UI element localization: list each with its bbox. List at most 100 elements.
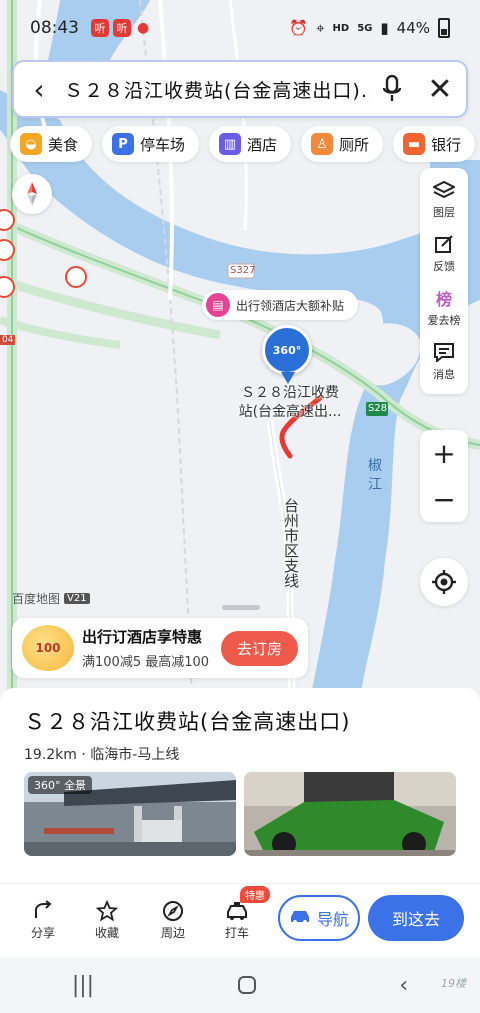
chip-food[interactable]: ◒ 美食 xyxy=(10,126,93,162)
compass-icon xyxy=(27,182,37,206)
layers-button[interactable]: 图层 xyxy=(433,176,455,230)
hotel-promo-card[interactable]: 100 出行订酒店享特惠 满100减5 最高减100 去订房 xyxy=(12,618,308,678)
chip-toilet[interactable]: ♙ 厕所 xyxy=(301,126,384,162)
feedback-icon xyxy=(434,230,454,258)
category-chips: ◒ 美食 P 停车场 ▥ 酒店 ♙ 厕所 ▬ 银行 xyxy=(10,126,476,162)
favorite-button[interactable]: 收藏 xyxy=(82,898,132,941)
panorama-tag: 360° 全景 xyxy=(28,776,92,794)
place-meta: 19.2km · 临海市-马上线 xyxy=(24,747,180,763)
message-icon xyxy=(433,338,455,366)
status-bar: 08:43 听 听 ● ⏰ ⌖ HD 5G ▮ 44% xyxy=(0,0,480,56)
chip-bank[interactable]: ▬ 银行 xyxy=(393,126,476,162)
compass-button[interactable] xyxy=(12,174,52,214)
search-bar[interactable]: ‹ Ｓ２８沿江收费站(台金高速出口)... ✕ xyxy=(12,60,468,118)
microphone-icon[interactable] xyxy=(370,75,414,103)
feedback-button[interactable]: 反馈 xyxy=(433,230,455,284)
go-here-button[interactable]: 到这去 xyxy=(368,895,464,941)
map-logo-version: V21 xyxy=(64,593,90,604)
battery-icon xyxy=(438,18,450,38)
place-marker[interactable]: 360° xyxy=(262,325,312,375)
navigate-button[interactable]: 导航 xyxy=(278,895,360,941)
motorcycle-photo xyxy=(244,772,456,856)
marker-label-line1: Ｓ２８沿江收费 xyxy=(241,385,339,401)
chip-food-label: 美食 xyxy=(48,135,79,154)
taxi-label: 打车 xyxy=(224,926,249,940)
ranking-icon: 榜 xyxy=(435,290,452,309)
bank-icon: ▬ xyxy=(403,133,426,155)
star-icon xyxy=(96,898,118,924)
back-icon[interactable]: ‹ xyxy=(14,73,64,106)
map-tools-panel: 图层 反馈 榜 爱去榜 消息 xyxy=(420,168,468,394)
promo-pill-text: 出行领酒店大额补贴 xyxy=(236,298,345,313)
place-title: Ｓ２８沿江收费站(台金高速出口) xyxy=(24,710,351,734)
share-button[interactable]: 分享 xyxy=(18,898,68,941)
hotel-promo-title: 出行订酒店享特惠 xyxy=(82,628,203,646)
recent-apps-icon[interactable]: ||| xyxy=(72,973,94,998)
road-shield-s327: S327 xyxy=(230,265,256,276)
place-photo-2[interactable] xyxy=(244,772,456,856)
map-pin-icon: ● xyxy=(137,20,150,36)
place-photo-panorama[interactable]: 360° 全景 xyxy=(24,772,236,856)
map-logo: 百度地图 V21 xyxy=(12,590,90,607)
marker-tip xyxy=(281,372,295,384)
zoom-control: + − xyxy=(420,430,468,522)
river-label-1: 椒 xyxy=(368,458,382,474)
road-name-label: 台州市区支线 xyxy=(282,498,300,588)
favorite-label: 收藏 xyxy=(94,926,119,940)
food-icon: ◒ xyxy=(20,133,42,155)
home-icon[interactable] xyxy=(237,976,256,994)
battery-percent: 44% xyxy=(396,19,430,37)
zoom-out-button[interactable]: − xyxy=(432,476,455,522)
messages-label: 消息 xyxy=(433,368,455,381)
chip-parking-label: 停车场 xyxy=(140,135,186,154)
navigate-label: 导航 xyxy=(316,910,349,929)
chip-hotel-label: 酒店 xyxy=(247,135,278,154)
hotel-promo-subtitle: 满100减5 最高减100 xyxy=(82,655,210,670)
search-query[interactable]: Ｓ２８沿江收费站(台金高速出口)... xyxy=(64,76,370,103)
parking-icon: P xyxy=(112,133,135,155)
map-side-tag: 04 xyxy=(0,335,16,345)
marker-label-line2: 站(台金高速出... xyxy=(238,404,342,420)
river-label-2: 江 xyxy=(368,477,382,493)
car-icon xyxy=(289,908,311,928)
system-back-icon[interactable]: ‹ xyxy=(399,973,408,998)
book-hotel-button[interactable]: 去订房 xyxy=(220,630,298,666)
share-icon xyxy=(32,898,54,924)
toilet-icon: ♙ xyxy=(311,133,334,155)
listen-app-icon-2: 听 xyxy=(113,19,131,37)
locate-icon xyxy=(432,570,456,594)
network-indicator: 5G xyxy=(357,22,373,34)
sheet-drag-handle[interactable] xyxy=(222,605,260,610)
hotel-promo-text: 出行订酒店享特惠 满100减5 最高减100 xyxy=(82,626,221,670)
listen-app-icon: 听 xyxy=(91,19,109,37)
nearby-button[interactable]: 周边 xyxy=(148,898,198,941)
feedback-label: 反馈 xyxy=(433,260,455,273)
layers-label: 图层 xyxy=(433,206,455,219)
chip-hotel[interactable]: ▥ 酒店 xyxy=(209,126,292,162)
road-shield-s28: S28 xyxy=(368,403,388,414)
close-icon[interactable]: ✕ xyxy=(414,72,466,107)
map-logo-text: 百度地图 xyxy=(12,592,61,606)
layers-icon xyxy=(433,176,455,204)
system-nav-bar: ||| ‹ xyxy=(0,957,480,1013)
watermark-logo: 19楼 xyxy=(441,977,466,990)
status-right: ⏰ ⌖ HD 5G ▮ 44% xyxy=(289,18,450,38)
ranking-button[interactable]: 榜 爱去榜 xyxy=(428,284,461,338)
messages-button[interactable]: 消息 xyxy=(433,338,455,392)
hotel-icon: ▥ xyxy=(219,133,242,155)
hotel-subsidy-pill[interactable]: ▤ 出行领酒店大额补贴 xyxy=(202,290,359,320)
taxi-button[interactable]: 特惠 打车 xyxy=(212,886,270,941)
signal-icon: ▮ xyxy=(380,19,389,37)
nearby-compass-icon xyxy=(162,898,184,924)
share-label: 分享 xyxy=(30,926,55,940)
zoom-in-button[interactable]: + xyxy=(432,430,455,476)
status-time: 08:43 xyxy=(30,18,79,38)
chip-bank-label: 银行 xyxy=(431,135,462,154)
place-detail-sheet: Ｓ２８沿江收费站(台金高速出口) 19.2km · 临海市-马上线 360° 全… xyxy=(0,688,480,883)
chip-parking[interactable]: P 停车场 xyxy=(102,126,200,162)
taxi-discount-badge: 特惠 xyxy=(240,886,270,903)
marker-label: Ｓ２８沿江收费 站(台金高速出... xyxy=(230,384,350,422)
hd-indicator: HD xyxy=(332,22,350,34)
locate-button[interactable] xyxy=(420,558,468,606)
chip-toilet-label: 厕所 xyxy=(339,135,370,154)
